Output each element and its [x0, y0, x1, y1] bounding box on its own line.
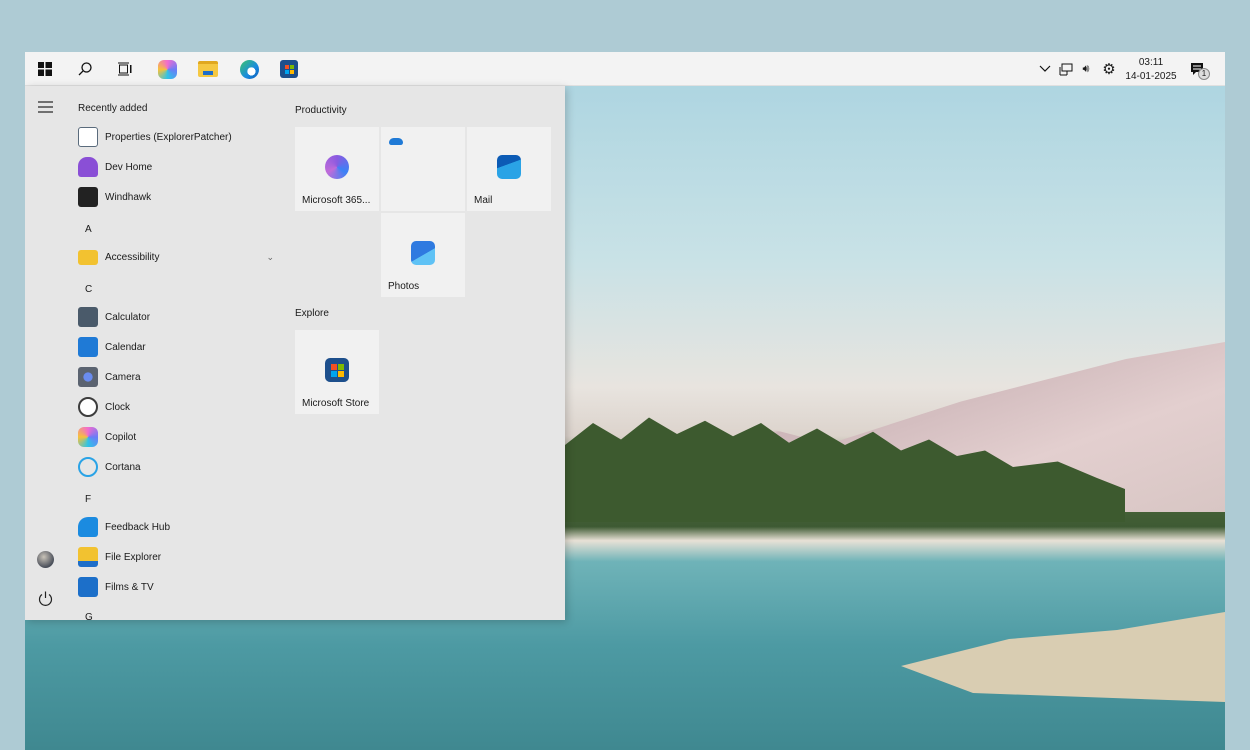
- desktop: 🔊︎ ⚙ 03:11 14-01-2025 1 Recently added P…: [25, 52, 1225, 750]
- user-avatar[interactable]: [37, 551, 54, 568]
- folder-icon: [78, 547, 98, 567]
- photos-icon: [411, 241, 435, 265]
- letter-header-c[interactable]: C: [85, 284, 92, 295]
- folder-icon: [78, 250, 98, 265]
- tile-microsoft-store[interactable]: Microsoft Store: [295, 330, 379, 414]
- volume-button[interactable]: 🔊︎: [1076, 59, 1096, 79]
- search-button[interactable]: [75, 59, 95, 79]
- copilot-icon: [78, 427, 98, 447]
- app-calendar[interactable]: Calendar: [78, 336, 274, 358]
- microsoft-365-icon: [325, 155, 349, 179]
- wallpaper-shore: [865, 612, 1225, 702]
- taskbar: 🔊︎ ⚙ 03:11 14-01-2025 1: [25, 52, 1225, 86]
- group-title-productivity[interactable]: Productivity: [295, 105, 347, 116]
- menu-button[interactable]: [38, 101, 53, 116]
- windows-icon: [38, 62, 52, 76]
- dev-home-icon: [78, 157, 98, 177]
- clock[interactable]: 03:11 14-01-2025: [1123, 56, 1179, 84]
- power-icon: [38, 591, 53, 606]
- notification-badge: 1: [1198, 68, 1210, 80]
- app-dev-home[interactable]: Dev Home: [78, 156, 274, 178]
- folder-icon: [198, 61, 218, 77]
- task-view-icon: [118, 62, 132, 76]
- films-tv-icon: [78, 577, 98, 597]
- store-icon: [280, 60, 298, 78]
- tile-microsoft-365[interactable]: Microsoft 365...: [295, 127, 379, 211]
- tile-mail[interactable]: Mail: [467, 127, 551, 211]
- cortana-icon: [78, 457, 98, 477]
- app-file-explorer[interactable]: File Explorer: [78, 546, 274, 568]
- app-copilot[interactable]: Copilot: [78, 426, 274, 448]
- clock-icon: [78, 397, 98, 417]
- store-icon: [325, 358, 349, 382]
- power-button[interactable]: [38, 591, 53, 609]
- onedrive-icon: [389, 138, 403, 145]
- file-explorer-button[interactable]: [198, 59, 218, 79]
- letter-header-a[interactable]: A: [85, 224, 92, 235]
- app-properties-explorerpatcher[interactable]: Properties (ExplorerPatcher): [78, 126, 274, 148]
- group-title-explore[interactable]: Explore: [295, 308, 329, 319]
- network-icon: [1059, 63, 1073, 76]
- app-cortana[interactable]: Cortana: [78, 456, 274, 478]
- properties-icon: [78, 127, 98, 147]
- calendar-icon: [78, 337, 98, 357]
- clock-time: 03:11: [1123, 56, 1179, 70]
- app-feedback-hub[interactable]: Feedback Hub: [78, 516, 274, 538]
- recently-added-header: Recently added: [78, 103, 148, 114]
- gear-icon: ⚙: [1102, 60, 1115, 78]
- task-view-button[interactable]: [115, 59, 135, 79]
- edge-button[interactable]: [239, 59, 259, 79]
- start-menu: Recently added Properties (ExplorerPatch…: [25, 86, 565, 620]
- app-windhawk[interactable]: Windhawk: [78, 186, 274, 208]
- chevron-up-icon: [1039, 65, 1051, 73]
- hamburger-icon: [38, 101, 53, 113]
- app-films-tv[interactable]: Films & TV: [78, 576, 274, 598]
- show-hidden-icons-button[interactable]: [1035, 59, 1055, 79]
- folder-accessibility[interactable]: Accessibility⌄: [78, 246, 274, 268]
- store-button[interactable]: [279, 59, 299, 79]
- action-center-button[interactable]: 1: [1187, 59, 1207, 79]
- volume-icon: 🔊︎: [1083, 63, 1090, 76]
- calculator-icon: [78, 307, 98, 327]
- copilot-button[interactable]: [157, 59, 177, 79]
- app-calculator[interactable]: Calculator: [78, 306, 274, 328]
- clock-date: 14-01-2025: [1123, 70, 1179, 84]
- mail-icon: [497, 155, 521, 179]
- camera-icon: [78, 367, 98, 387]
- chevron-down-icon: ⌄: [266, 252, 274, 263]
- edge-icon: [240, 60, 259, 79]
- tile-photos[interactable]: Photos: [381, 213, 465, 297]
- network-button[interactable]: [1056, 59, 1076, 79]
- copilot-icon: [158, 60, 177, 79]
- search-icon: [78, 62, 92, 76]
- tile-onedrive[interactable]: [381, 127, 465, 211]
- windhawk-icon: [78, 187, 98, 207]
- letter-header-f[interactable]: F: [85, 494, 91, 505]
- settings-button[interactable]: ⚙: [1099, 59, 1119, 79]
- app-camera[interactable]: Camera: [78, 366, 274, 388]
- feedback-hub-icon: [78, 517, 98, 537]
- letter-header-g[interactable]: G: [85, 612, 93, 620]
- start-button[interactable]: [35, 59, 55, 79]
- app-clock[interactable]: Clock: [78, 396, 274, 418]
